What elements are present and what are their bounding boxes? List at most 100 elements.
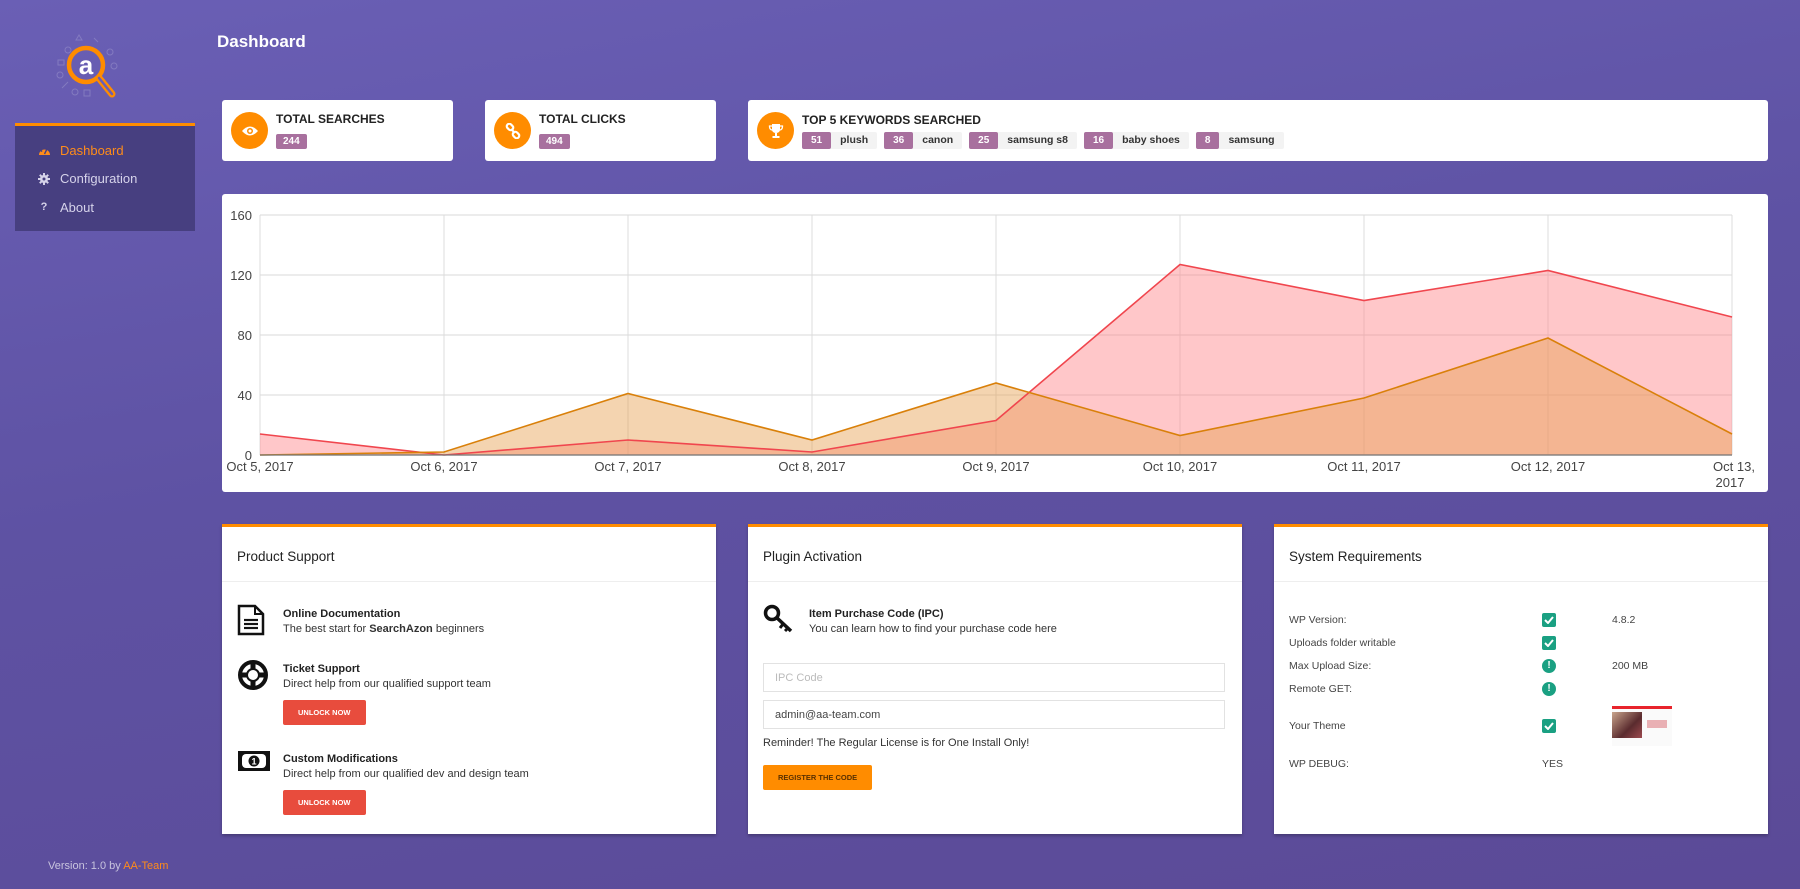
x-tick-label: Oct 8, 2017 xyxy=(778,459,845,474)
email-input[interactable] xyxy=(763,700,1225,729)
req-row-max-upload: Max Upload Size: ! 200 MB xyxy=(1289,654,1753,677)
support-item-documentation: Online Documentation The best start for … xyxy=(237,604,701,641)
sidebar-item-configuration[interactable]: Configuration xyxy=(15,165,195,194)
sidebar-item-label: About xyxy=(60,199,94,215)
keyword-item: 8 samsung xyxy=(1195,131,1284,149)
support-desc: Direct help from our qualified dev and d… xyxy=(283,768,529,780)
x-tick-label: Oct 13, xyxy=(1713,459,1755,474)
req-row-theme: Your Theme xyxy=(1289,700,1753,752)
req-row-wp-version: WP Version: 4.8.2 xyxy=(1289,608,1753,631)
searches-clicks-chart: 0 40 80 120 160 Oct 5, 2017 Oct 6, 2017 Oct 7, … xyxy=(222,194,1768,492)
version-prefix: Version: 1.0 by xyxy=(48,860,124,872)
system-requirements-panel: System Requirements WP Version: 4.8.2 Up… xyxy=(1274,524,1768,834)
keyword-text: plush xyxy=(840,134,869,146)
product-support-panel: Product Support Online Documentation The… xyxy=(222,524,716,834)
trophy-icon xyxy=(757,112,794,149)
x-tick-label: Oct 6, 2017 xyxy=(410,459,477,474)
license-reminder: Reminder! The Regular License is for One… xyxy=(763,737,1030,749)
keyword-count: 51 xyxy=(802,131,832,149)
sidebar-item-dashboard[interactable]: Dashboard xyxy=(15,136,195,165)
req-label: Your Theme xyxy=(1289,720,1346,732)
x-tick-label: 2017 xyxy=(1716,475,1745,490)
money-bill-icon: 1 xyxy=(237,749,283,815)
register-code-button[interactable]: REGISTER THE CODE xyxy=(763,765,873,790)
support-title: Custom Modifications xyxy=(283,753,398,765)
x-tick-label: Oct 7, 2017 xyxy=(594,459,661,474)
keyword-count: 8 xyxy=(1195,131,1220,149)
keyword-item: 16 baby shoes xyxy=(1084,131,1189,149)
support-desc: Direct help from our qualified support t… xyxy=(283,678,491,690)
document-icon xyxy=(237,604,283,641)
keyword-text: baby shoes xyxy=(1122,134,1180,146)
sidebar-item-label: Dashboard xyxy=(60,142,124,158)
total-clicks-card: TOTAL CLICKS 494 xyxy=(485,100,716,161)
keyword-item: 36 canon xyxy=(884,131,963,149)
req-row-wp-debug: WP DEBUG: YES xyxy=(1289,752,1753,775)
x-tick-label: Oct 11, 2017 xyxy=(1327,459,1400,474)
y-tick-label: 120 xyxy=(230,268,252,283)
req-label: Uploads folder writable xyxy=(1289,636,1396,649)
y-tick-label: 40 xyxy=(238,388,252,403)
req-status-text: YES xyxy=(1542,757,1564,770)
desc-text: The best start for xyxy=(283,623,370,635)
top-keywords-card: TOP 5 KEYWORDS SEARCHED 51 plush 36 canon … xyxy=(748,100,1768,161)
plugin-activation-panel: Plugin Activation Item Purchase Code (IP… xyxy=(748,524,1242,834)
req-label: WP DEBUG: xyxy=(1289,757,1349,770)
req-row-remote-get: Remote GET: ! xyxy=(1289,677,1753,700)
dashboard-gauge-icon xyxy=(37,145,51,156)
y-tick-label: 160 xyxy=(230,208,252,223)
aa-team-link[interactable]: AA-Team xyxy=(123,860,168,872)
product-name: SearchAzon xyxy=(369,623,433,635)
gear-icon xyxy=(37,172,51,185)
keyword-text: canon xyxy=(922,134,954,146)
sidebar-item-about[interactable]: ? About xyxy=(15,193,195,222)
x-tick-label: Oct 9, 2017 xyxy=(962,459,1029,474)
svg-text:1: 1 xyxy=(251,757,256,767)
stat-value: 494 xyxy=(539,134,570,149)
req-label: Remote GET: xyxy=(1289,682,1353,695)
searchazon-logo: a xyxy=(50,30,130,105)
x-tick-label: Oct 12, 2017 xyxy=(1511,459,1585,474)
check-icon xyxy=(1542,719,1556,733)
keyword-item: 25 samsung s8 xyxy=(969,131,1077,149)
support-desc: The best start for SearchAzon beginners xyxy=(283,623,484,635)
unlock-custom-button[interactable]: UNLOCK NOW xyxy=(283,790,366,815)
desc-text: beginners xyxy=(432,623,485,635)
keyword-text: samsung xyxy=(1228,134,1275,146)
req-value: 200 MB xyxy=(1612,659,1649,672)
chart-svg: 04080120160Oct 5, 2017 Oct 6, 2017 Oct 7, … xyxy=(226,208,1755,490)
req-label: WP Version: xyxy=(1289,613,1347,626)
req-label: Max Upload Size: xyxy=(1289,659,1372,672)
support-title: Ticket Support xyxy=(283,663,360,675)
sidebar-nav: Dashboard Configuration ? About xyxy=(15,123,195,231)
support-title: Online Documentation xyxy=(283,608,401,620)
ipc-info: Item Purchase Code (IPC) You can learn h… xyxy=(763,604,1227,639)
warning-icon: ! xyxy=(1542,681,1556,696)
panel-title: System Requirements xyxy=(1274,527,1768,582)
keyword-text: samsung s8 xyxy=(1007,134,1068,146)
check-icon xyxy=(1542,612,1556,627)
keyword-count: 36 xyxy=(884,131,914,149)
question-icon: ? xyxy=(40,201,48,214)
ipc-title: Item Purchase Code (IPC) xyxy=(809,608,944,620)
panel-title: Plugin Activation xyxy=(748,527,1242,582)
ipc-desc[interactable]: You can learn how to find your purchase … xyxy=(809,623,1057,635)
sidebar-item-label: Configuration xyxy=(60,171,138,187)
ipc-code-input[interactable] xyxy=(763,663,1225,692)
keyword-count: 16 xyxy=(1084,131,1114,149)
theme-thumbnail xyxy=(1612,706,1672,746)
warning-icon: ! xyxy=(1542,658,1556,673)
eye-icon xyxy=(231,112,268,149)
check-icon xyxy=(1542,635,1556,650)
support-item-custom: 1 Custom Modifications Direct help from … xyxy=(237,749,701,815)
support-item-ticket: Ticket Support Direct help from our qual… xyxy=(237,659,701,725)
unlock-ticket-button[interactable]: UNLOCK NOW xyxy=(283,700,366,725)
svg-text:a: a xyxy=(79,50,94,80)
total-searches-card: TOTAL SEARCHES 244 xyxy=(222,100,453,161)
y-tick-label: 80 xyxy=(238,328,252,343)
req-row-uploads: Uploads folder writable xyxy=(1289,631,1753,654)
stat-title: TOTAL CLICKS xyxy=(539,112,626,126)
link-icon xyxy=(494,112,531,149)
keyword-item: 51 plush xyxy=(802,131,878,149)
x-tick-label: Oct 5, 2017 xyxy=(226,459,293,474)
